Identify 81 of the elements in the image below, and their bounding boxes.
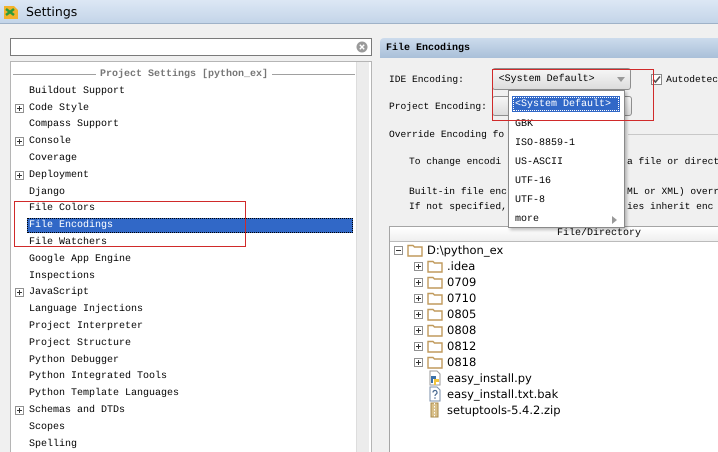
field-label: IDE Encoding: bbox=[389, 74, 465, 84]
expand-icon[interactable] bbox=[414, 278, 423, 286]
expand-icon[interactable] bbox=[15, 406, 24, 416]
sidebar-item[interactable]: JavaScript bbox=[27, 285, 92, 300]
python-file-icon bbox=[427, 370, 443, 386]
tree-item[interactable]: setuptools-5.4.2.zip bbox=[447, 403, 561, 417]
tree-item[interactable]: 0709 bbox=[447, 275, 476, 289]
dropdown-option[interactable]: UTF-16 bbox=[512, 172, 620, 191]
sidebar-item[interactable]: Console bbox=[27, 134, 74, 150]
folder-icon bbox=[427, 275, 443, 289]
folder-icon bbox=[427, 355, 443, 369]
expand-icon[interactable] bbox=[414, 326, 423, 334]
sidebar-item[interactable]: Project Interpreter bbox=[27, 319, 146, 334]
search-field[interactable] bbox=[10, 38, 372, 56]
tree-item[interactable]: 0818 bbox=[447, 355, 476, 369]
scrollbar[interactable] bbox=[356, 62, 369, 452]
note-text: ies inherit enc bbox=[627, 201, 714, 212]
sidebar-item[interactable]: Inspections bbox=[27, 268, 98, 284]
unknown-file-icon bbox=[427, 386, 443, 402]
tree-item[interactable]: D:\python_ex bbox=[427, 243, 504, 257]
sidebar-item[interactable]: Buildout Support bbox=[27, 84, 128, 99]
panel-title: File Encodings bbox=[380, 38, 718, 58]
sidebar-item[interactable]: Code Style bbox=[27, 100, 92, 116]
sidebar-item[interactable]: Schemas and DTDs bbox=[27, 403, 128, 418]
sidebar-item[interactable]: Python Debugger bbox=[27, 352, 122, 368]
tree-item[interactable]: 0808 bbox=[447, 323, 476, 337]
note-text: If not specified, bbox=[409, 201, 507, 212]
dropdown-option[interactable]: more bbox=[512, 210, 620, 229]
sidebar-item[interactable]: Compass Support bbox=[27, 117, 122, 132]
expand-icon[interactable] bbox=[414, 310, 423, 318]
sidebar-item[interactable]: Scopes bbox=[27, 420, 68, 435]
sidebar-item[interactable]: File Colors bbox=[27, 201, 98, 216]
submenu-arrow-icon bbox=[612, 216, 617, 224]
clear-icon[interactable] bbox=[356, 41, 368, 53]
checkbox[interactable] bbox=[651, 74, 662, 84]
sidebar-item[interactable]: Project Structure bbox=[27, 336, 134, 351]
sidebar-item[interactable]: Python Template Languages bbox=[27, 386, 182, 402]
section-title: Project Settings [python_ex] bbox=[100, 69, 268, 80]
tree-item[interactable]: 0805 bbox=[447, 307, 476, 321]
expand-icon[interactable] bbox=[15, 104, 24, 113]
sidebar-item[interactable]: Django bbox=[27, 184, 68, 200]
tree-item[interactable]: 0812 bbox=[447, 339, 476, 353]
sidebar-item[interactable]: Language Injections bbox=[27, 302, 146, 318]
tree-item[interactable]: easy_install.py bbox=[447, 371, 532, 385]
field-label: Project Encoding: bbox=[389, 100, 488, 112]
sidebar-item[interactable]: Google App Engine bbox=[27, 252, 134, 267]
sidebar-item[interactable]: File Encodings bbox=[27, 218, 353, 234]
sidebar-item[interactable]: File Watchers bbox=[27, 235, 110, 250]
folder-icon bbox=[427, 259, 443, 273]
dropdown-option[interactable]: ISO-8859-1 bbox=[512, 134, 620, 153]
folder-icon bbox=[427, 307, 443, 321]
expand-icon[interactable] bbox=[414, 358, 423, 366]
expand-icon[interactable] bbox=[414, 294, 423, 302]
expand-icon[interactable] bbox=[15, 170, 24, 180]
tree-item[interactable]: 0710 bbox=[447, 291, 476, 305]
sidebar-item[interactable]: Deployment bbox=[27, 168, 92, 183]
collapse-icon[interactable] bbox=[394, 246, 403, 254]
tree-item[interactable]: easy_install.txt.bak bbox=[447, 387, 558, 401]
note-text: ML or XML) overr bbox=[627, 186, 718, 197]
sidebar-item[interactable]: Python Integrated Tools bbox=[27, 369, 170, 384]
folder-icon bbox=[427, 323, 443, 337]
folder-icon bbox=[427, 339, 443, 353]
expand-icon[interactable] bbox=[414, 342, 423, 350]
group-label: Override Encoding fo bbox=[389, 128, 506, 140]
dropdown-option[interactable]: <System Default> bbox=[512, 96, 620, 112]
expand-icon[interactable] bbox=[414, 262, 423, 270]
encoding-dropdown[interactable]: <System Default> bbox=[492, 68, 632, 90]
dropdown-option[interactable]: UTF-8 bbox=[512, 191, 620, 210]
note-text: To change encodi bbox=[409, 156, 502, 167]
expand-icon[interactable] bbox=[15, 137, 24, 146]
sidebar-item[interactable]: Spelling bbox=[27, 436, 80, 452]
expand-icon[interactable] bbox=[15, 288, 24, 298]
caret-icon bbox=[617, 76, 626, 82]
checkbox-label: Autodetec bbox=[666, 74, 718, 84]
note-text: Built-in file enc bbox=[409, 186, 507, 197]
sidebar-item[interactable]: Coverage bbox=[27, 151, 80, 166]
folder-icon bbox=[427, 291, 443, 305]
window-title: Settings bbox=[26, 4, 78, 19]
tree-item[interactable]: .idea bbox=[447, 259, 476, 273]
dropdown-option[interactable]: US-ASCII bbox=[512, 153, 620, 172]
note-text: a file or direct bbox=[627, 156, 718, 167]
